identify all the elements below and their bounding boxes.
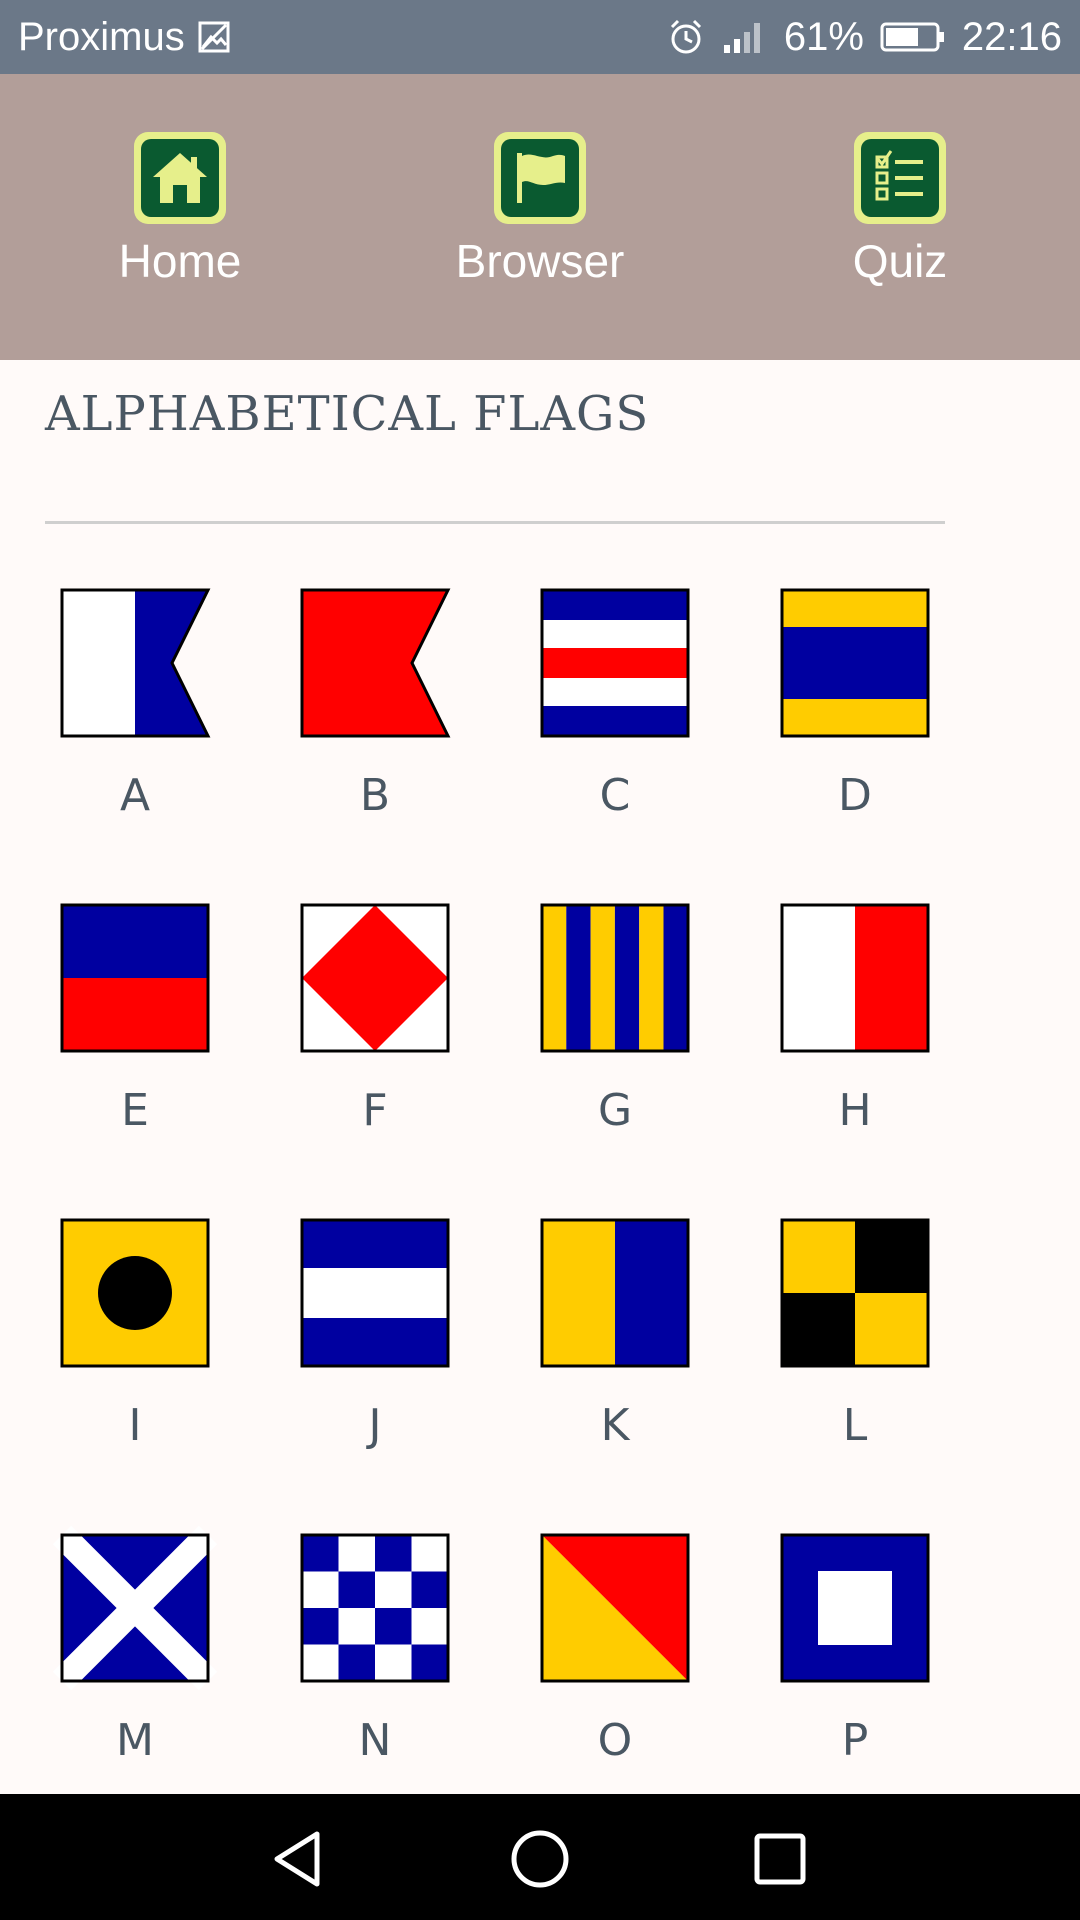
clock-time: 22:16 xyxy=(961,14,1062,59)
flag-i-icon xyxy=(60,1218,210,1368)
flag-o-icon xyxy=(540,1533,690,1683)
flag-a-label: A xyxy=(119,770,151,821)
flag-a-card[interactable]: A xyxy=(45,588,211,848)
nav-quiz-icon-frame xyxy=(854,132,946,224)
status-bar: Proximus 61% 22:16 xyxy=(0,0,1080,74)
flag-g-icon xyxy=(540,903,690,1053)
flag-n-icon xyxy=(300,1533,450,1683)
flag-n-label: N xyxy=(358,1715,392,1766)
flag-d-label: D xyxy=(838,770,872,821)
nav-browser-icon-bg xyxy=(501,139,579,217)
flag-o-label: O xyxy=(597,1715,633,1766)
home-icon xyxy=(153,153,207,203)
flag-o-card[interactable]: O xyxy=(525,1533,690,1793)
flag-m-label: M xyxy=(116,1715,154,1766)
flag-l-icon xyxy=(780,1218,930,1368)
flag-e-card[interactable]: E xyxy=(45,903,210,1163)
flag-b-card[interactable]: B xyxy=(285,588,451,848)
flag-k-icon xyxy=(540,1218,690,1368)
flag-e-label: E xyxy=(121,1085,149,1136)
flag-j-icon xyxy=(300,1218,450,1368)
checklist-icon xyxy=(875,150,923,201)
flag-d-icon xyxy=(780,588,930,738)
flag-i-card[interactable]: I xyxy=(45,1218,210,1478)
flag-c-label: C xyxy=(599,770,631,821)
nav-quiz-button[interactable]: Quiz xyxy=(790,132,1010,288)
flag-j-card[interactable]: J xyxy=(285,1218,450,1478)
nav-home-icon-bg xyxy=(141,139,219,217)
home-circle-icon xyxy=(511,1830,569,1888)
status-left: Proximus xyxy=(18,15,231,60)
app-nav-header: Home Browser Quiz xyxy=(0,74,1080,360)
battery-icon xyxy=(880,22,944,52)
flag-c-icon xyxy=(540,588,690,738)
nav-home-icon-frame xyxy=(134,132,226,224)
flag-h-card[interactable]: H xyxy=(765,903,930,1163)
flag-i-label: I xyxy=(128,1400,142,1451)
carrier-name: Proximus xyxy=(18,14,185,59)
title-divider xyxy=(45,521,945,524)
recents-icon xyxy=(754,1833,806,1885)
flag-e-icon xyxy=(60,903,210,1053)
flag-k-card[interactable]: K xyxy=(525,1218,690,1478)
flag-p-label: P xyxy=(841,1715,869,1766)
flag-l-card[interactable]: L xyxy=(765,1218,930,1478)
nav-browser-button[interactable]: Browser xyxy=(430,132,650,288)
page-title: ALPHABETICAL FLAGS xyxy=(45,386,650,442)
nav-browser-label: Browser xyxy=(455,235,625,287)
flag-g-label: G xyxy=(597,1085,633,1136)
flag-n-card[interactable]: N xyxy=(285,1533,450,1793)
nav-browser-icon-frame xyxy=(494,132,586,224)
flag-g-card[interactable]: G xyxy=(525,903,690,1163)
status-right: 61% 22:16 xyxy=(666,15,1062,60)
flag-m-card[interactable]: M xyxy=(45,1525,218,1793)
nav-quiz-icon-bg xyxy=(861,139,939,217)
flag-h-icon xyxy=(780,903,930,1053)
flag-d-card[interactable]: D xyxy=(765,588,930,848)
nav-home-button[interactable]: Home xyxy=(70,132,290,288)
signal-icon xyxy=(723,23,760,53)
nav-quiz-label: Quiz xyxy=(852,235,948,287)
flag-l-label: L xyxy=(842,1400,868,1451)
flag-c-card[interactable]: C xyxy=(525,588,690,848)
flag-f-icon xyxy=(300,903,450,1053)
home-system-button[interactable] xyxy=(505,1824,575,1894)
alarm-icon xyxy=(670,19,701,54)
flag-f-label: F xyxy=(362,1085,388,1136)
flag-p-icon xyxy=(780,1533,930,1683)
flag-m-icon xyxy=(52,1525,218,1691)
flag-icon xyxy=(517,153,565,203)
image-notification-icon xyxy=(198,21,230,53)
battery-percent: 61% xyxy=(783,14,864,59)
flag-b-label: B xyxy=(359,770,391,821)
nav-home-label: Home xyxy=(118,235,242,287)
flag-a-icon xyxy=(60,588,211,738)
flag-f-card[interactable]: F xyxy=(285,903,450,1163)
recents-button[interactable] xyxy=(745,1824,815,1894)
flag-p-card[interactable]: P xyxy=(765,1533,930,1793)
flag-k-label: K xyxy=(600,1400,630,1451)
flag-b-icon xyxy=(300,588,451,738)
back-button[interactable] xyxy=(265,1824,335,1894)
flag-j-label: J xyxy=(368,1400,382,1451)
system-nav-bar xyxy=(0,1794,1080,1920)
flag-h-label: H xyxy=(838,1085,872,1136)
back-icon xyxy=(274,1831,320,1887)
